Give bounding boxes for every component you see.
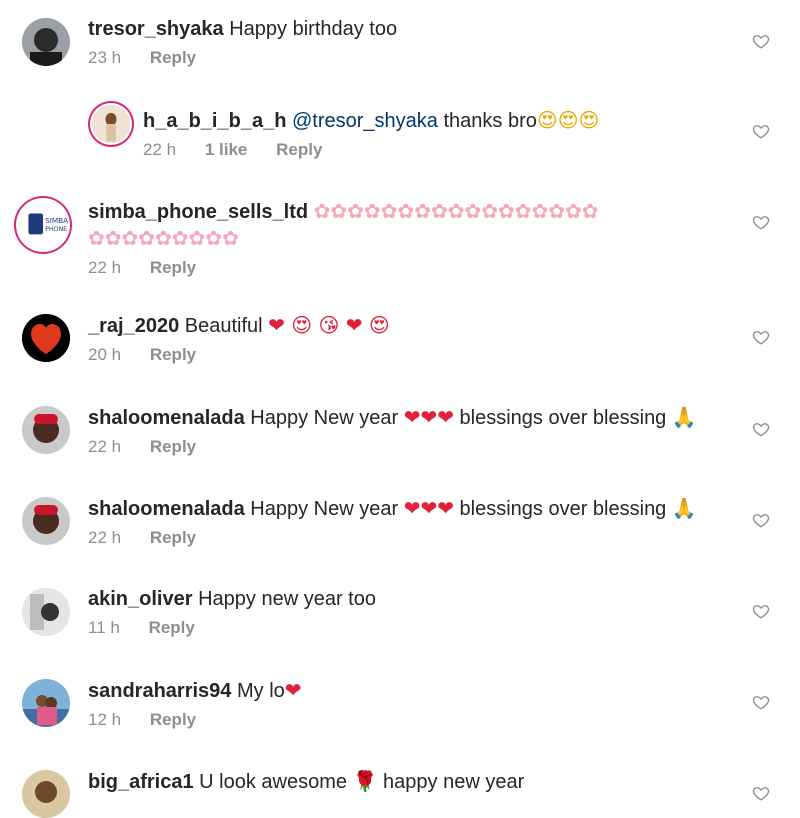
heart-outline-icon[interactable]: [752, 213, 770, 231]
comments-feed: tresor_shyaka Happy birthday too 23 h Re…: [0, 0, 800, 818]
heart-outline-icon[interactable]: [752, 122, 770, 140]
comment-text: blessings over blessing: [459, 407, 667, 429]
avatar[interactable]: [22, 406, 70, 454]
emoji: ✿✿✿✿✿✿✿✿✿✿✿✿✿✿✿✿✿: [313, 199, 599, 223]
comment-time: 22 h: [143, 140, 177, 159]
emoji: 🙏: [671, 496, 697, 520]
emoji: ❤ 😍 😘 ❤ 😍: [268, 313, 390, 337]
avatar[interactable]: SIMBA PHONE: [18, 200, 68, 250]
comment-text: My lo: [236, 680, 285, 702]
comment-text: blessings over blessing: [459, 498, 667, 520]
comment-time: 20 h: [88, 345, 122, 364]
reply-button[interactable]: Reply: [150, 528, 196, 547]
heart-outline-icon[interactable]: [752, 784, 770, 802]
comment-username[interactable]: shaloomenalada: [88, 498, 245, 520]
heart-outline-icon[interactable]: [752, 420, 770, 438]
comment-username[interactable]: simba_phone_sells_ltd: [88, 201, 308, 223]
emoji: 🌹: [352, 769, 378, 793]
avatar[interactable]: [22, 314, 70, 362]
comment-username[interactable]: h_a_b_i_b_a_h: [143, 110, 286, 132]
svg-text:PHONE: PHONE: [45, 226, 67, 233]
comment-username[interactable]: shaloomenalada: [88, 407, 245, 429]
comment-username[interactable]: _raj_2020: [88, 315, 179, 337]
emoji: ✿✿✿✿✿✿✿✿✿: [88, 226, 239, 250]
heart-outline-icon[interactable]: [752, 602, 770, 620]
avatar[interactable]: [22, 18, 70, 66]
reply-button[interactable]: Reply: [150, 437, 196, 456]
emoji: ❤❤❤: [403, 496, 454, 520]
comment-text: U look awesome: [199, 771, 348, 793]
comment-time: 12 h: [88, 710, 122, 729]
avatar[interactable]: [92, 105, 130, 143]
reply-button[interactable]: Reply: [150, 710, 196, 729]
comment-text: Happy new year too: [198, 588, 376, 610]
reply-button[interactable]: Reply: [149, 618, 195, 637]
comment-username[interactable]: tresor_shyaka: [88, 18, 224, 40]
comment-time: 22 h: [88, 528, 122, 547]
svg-text:SIMBA: SIMBA: [45, 216, 68, 225]
reply-button[interactable]: Reply: [150, 345, 196, 364]
comment-text: thanks bro: [443, 110, 537, 132]
comment-username[interactable]: akin_oliver: [88, 588, 193, 610]
comment-text: Happy New year: [250, 407, 399, 429]
comment-time: 22 h: [88, 437, 122, 456]
avatar[interactable]: [22, 679, 70, 727]
comment-time: 22 h: [88, 258, 122, 277]
heart-outline-icon[interactable]: [752, 511, 770, 529]
comment-text: happy new year: [383, 771, 525, 793]
emoji: 😍😍😍: [536, 108, 600, 132]
heart-outline-icon[interactable]: [752, 32, 770, 50]
comment-time: 23 h: [88, 48, 122, 67]
emoji: ❤❤❤: [403, 405, 454, 429]
emoji: ❤: [284, 678, 302, 702]
comment-text: Happy New year: [250, 498, 399, 520]
reply-button[interactable]: Reply: [150, 258, 196, 277]
heart-outline-icon[interactable]: [752, 693, 770, 711]
comment-username[interactable]: sandraharris94: [88, 680, 231, 702]
reply-button[interactable]: Reply: [150, 48, 196, 67]
comment-text: Happy birthday too: [229, 18, 398, 40]
emoji: 🙏: [671, 405, 697, 429]
comment-time: 11 h: [88, 618, 120, 637]
comment-text: Beautiful: [184, 315, 263, 337]
comment-username[interactable]: big_africa1: [88, 771, 194, 793]
comment-mention[interactable]: @tresor_shyaka: [292, 110, 438, 132]
avatar[interactable]: [22, 588, 70, 636]
likes-count[interactable]: 1 like: [205, 140, 248, 159]
reply-button[interactable]: Reply: [276, 140, 322, 159]
heart-outline-icon[interactable]: [752, 328, 770, 346]
avatar[interactable]: [22, 497, 70, 545]
avatar[interactable]: [22, 770, 70, 818]
